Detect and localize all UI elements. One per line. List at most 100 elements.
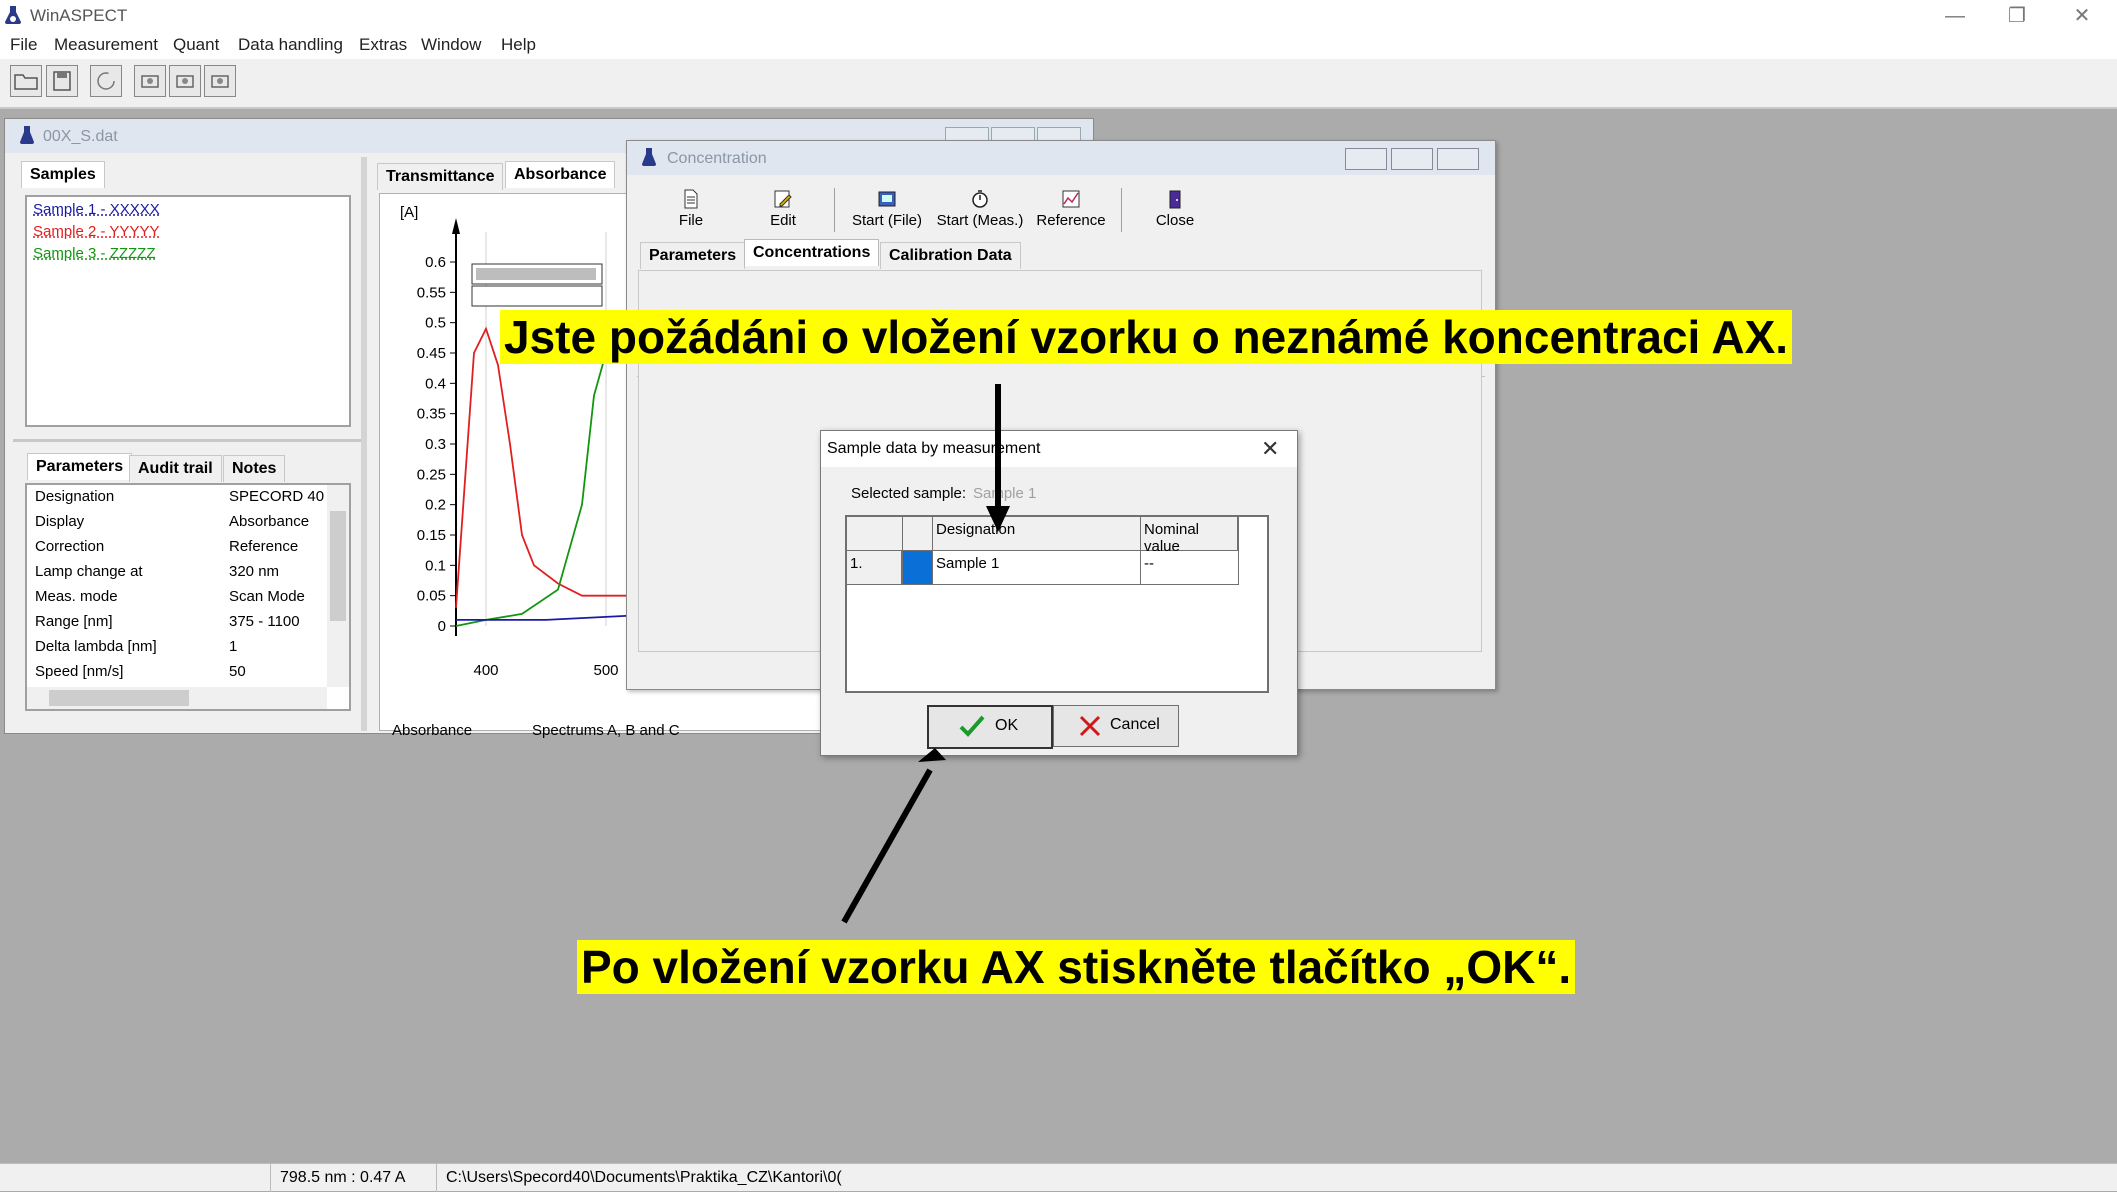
tool-close-label: Close bbox=[1155, 212, 1195, 229]
tab-calibration-data[interactable]: Calibration Data bbox=[880, 242, 1021, 269]
close-button[interactable]: ✕ bbox=[2052, 2, 2112, 30]
menu-measurement[interactable]: Measurement bbox=[54, 35, 158, 55]
param-value: SPECORD 40 bbox=[229, 488, 325, 505]
main-toolbar bbox=[0, 59, 2117, 109]
tool-start-file-button[interactable]: Start (File) bbox=[852, 188, 922, 229]
menu-extras[interactable]: Extras bbox=[359, 35, 407, 55]
param-value: 1 bbox=[229, 638, 238, 655]
samples-list: Sample 1 - XXXXX Sample 2 - YYYYY Sample… bbox=[25, 195, 351, 427]
app-title: WinASPECT bbox=[30, 6, 128, 25]
y-tick-label: 0.35 bbox=[417, 406, 446, 423]
table-cell-designation[interactable]: Sample 1 bbox=[933, 551, 1141, 585]
grid-header-corner bbox=[847, 517, 903, 551]
minimize-button[interactable]: — bbox=[1925, 2, 1985, 30]
menu-quant[interactable]: Quant bbox=[173, 35, 219, 55]
dialog-close-icon[interactable]: ✕ bbox=[1261, 436, 1279, 462]
ok-button[interactable]: OK bbox=[927, 705, 1053, 749]
tab-notes[interactable]: Notes bbox=[223, 455, 286, 482]
param-row: Range [nm] 375 - 1100 bbox=[35, 610, 349, 635]
scrollbar-thumb[interactable] bbox=[49, 690, 189, 706]
scrollbar-thumb[interactable] bbox=[330, 511, 346, 621]
toolbar-separator bbox=[834, 188, 835, 232]
start-meas-icon bbox=[972, 190, 988, 208]
horizontal-scrollbar[interactable] bbox=[27, 687, 327, 709]
tab-samples[interactable]: Samples bbox=[21, 161, 105, 188]
x-tick-label: 400 bbox=[473, 662, 498, 679]
tool-start-meas-label: Start (Meas.) bbox=[936, 212, 1024, 229]
y-tick-label: 0.3 bbox=[425, 436, 446, 453]
param-row: Lamp change at 320 nm bbox=[35, 560, 349, 585]
restore-button[interactable]: ❐ bbox=[1987, 2, 2047, 30]
param-row: Speed [nm/s] 50 bbox=[35, 660, 349, 685]
y-tick-label: 0.15 bbox=[417, 527, 446, 544]
param-row: Meas. mode Scan Mode bbox=[35, 585, 349, 610]
param-row: Correction Reference bbox=[35, 535, 349, 560]
parameters-table: Designation SPECORD 40 Display Absorbanc… bbox=[25, 483, 351, 711]
grid-header-nominal-value[interactable]: Nominal value bbox=[1141, 517, 1239, 555]
app-flask-icon bbox=[4, 5, 22, 25]
y-tick-label: 0 bbox=[438, 618, 446, 635]
cancel-button[interactable]: Cancel bbox=[1053, 705, 1179, 747]
menu-window[interactable]: Window bbox=[421, 35, 481, 55]
menu-help[interactable]: Help bbox=[501, 35, 536, 55]
annotation-bottom: Po vložení vzorku AX stiskněte tlačítko … bbox=[577, 940, 1576, 994]
param-name: Speed [nm/s] bbox=[35, 663, 124, 680]
sample-grid: Designation Nominal value 1. Sample 1 -- bbox=[845, 515, 1269, 693]
param-value: Reference bbox=[229, 538, 299, 555]
row-color-swatch[interactable] bbox=[903, 551, 933, 585]
param-value: Absorbance bbox=[229, 513, 310, 530]
list-item-sample-3[interactable]: Sample 3 - ZZZZZ bbox=[33, 245, 156, 262]
cancel-label: Cancel bbox=[1110, 716, 1160, 733]
measure-2-icon[interactable] bbox=[169, 65, 201, 97]
save-disk-icon[interactable] bbox=[46, 65, 78, 97]
measure-1-icon[interactable] bbox=[134, 65, 166, 97]
table-cell-nominal-value[interactable]: -- bbox=[1141, 551, 1239, 585]
y-tick-label: 0.55 bbox=[417, 284, 446, 301]
close-door-icon bbox=[1169, 190, 1181, 209]
tool-edit-button[interactable]: Edit bbox=[766, 188, 800, 229]
selected-sample-value: Sample 1 bbox=[973, 485, 1037, 502]
tool-start-meas-button[interactable]: Start (Meas.) bbox=[936, 188, 1024, 229]
tab-parameters[interactable]: Parameters bbox=[27, 453, 133, 480]
concentration-close-button[interactable] bbox=[1437, 148, 1479, 170]
selected-sample-label: Selected sample: bbox=[851, 485, 967, 502]
annotation-top: Jste požádáni o vložení vzorku o neznámé… bbox=[500, 310, 1793, 364]
tool-reference-button[interactable]: Reference bbox=[1036, 188, 1106, 229]
menu-file[interactable]: File bbox=[10, 35, 37, 55]
start-file-icon bbox=[878, 191, 896, 207]
menu-bar: File Measurement Quant Data handling Ext… bbox=[0, 31, 2117, 59]
y-tick-label: 0.05 bbox=[417, 588, 446, 605]
tab-transmittance[interactable]: Transmittance bbox=[377, 163, 504, 190]
tab-concentrations[interactable]: Concentrations bbox=[744, 239, 880, 266]
y-tick-label: 0.45 bbox=[417, 345, 446, 362]
grid-header-color bbox=[903, 517, 933, 551]
concentration-maximize-button[interactable] bbox=[1391, 148, 1433, 170]
y-tick-label: 0.4 bbox=[425, 375, 446, 392]
concentration-minimize-button[interactable] bbox=[1345, 148, 1387, 170]
param-value: 320 nm bbox=[229, 563, 280, 580]
tool-file-button[interactable]: File bbox=[676, 188, 706, 229]
measure-3-icon[interactable] bbox=[204, 65, 236, 97]
legend-box-2 bbox=[471, 285, 603, 307]
vertical-splitter[interactable] bbox=[361, 157, 367, 731]
tool-close-button[interactable]: Close bbox=[1154, 188, 1196, 229]
status-path: C:\Users\Specord40\Documents\Praktika_CZ… bbox=[446, 1169, 842, 1186]
param-name: Delta lambda [nm] bbox=[35, 638, 157, 655]
vertical-scrollbar[interactable] bbox=[327, 485, 349, 687]
tab-audit-trail[interactable]: Audit trail bbox=[129, 455, 222, 482]
list-item-sample-1[interactable]: Sample 1 - XXXXX bbox=[33, 201, 160, 218]
open-folder-icon[interactable] bbox=[10, 65, 42, 97]
dialog-titlebar: Sample data by measurement ✕ bbox=[821, 431, 1297, 467]
list-item-sample-2[interactable]: Sample 2 - YYYYY bbox=[33, 223, 159, 240]
pane-splitter[interactable] bbox=[13, 439, 365, 442]
param-name: Lamp change at bbox=[35, 563, 143, 580]
param-name: Range [nm] bbox=[35, 613, 113, 630]
tab-conc-parameters[interactable]: Parameters bbox=[640, 242, 746, 269]
grid-header-designation[interactable]: Designation bbox=[933, 517, 1141, 551]
y-tick-label: 0.1 bbox=[425, 557, 446, 574]
refresh-icon[interactable] bbox=[90, 65, 122, 97]
menu-data-handling[interactable]: Data handling bbox=[238, 35, 343, 55]
y-tick-label: 0.2 bbox=[425, 497, 446, 514]
toolbar-separator bbox=[1121, 188, 1122, 232]
tab-absorbance[interactable]: Absorbance bbox=[505, 161, 616, 188]
